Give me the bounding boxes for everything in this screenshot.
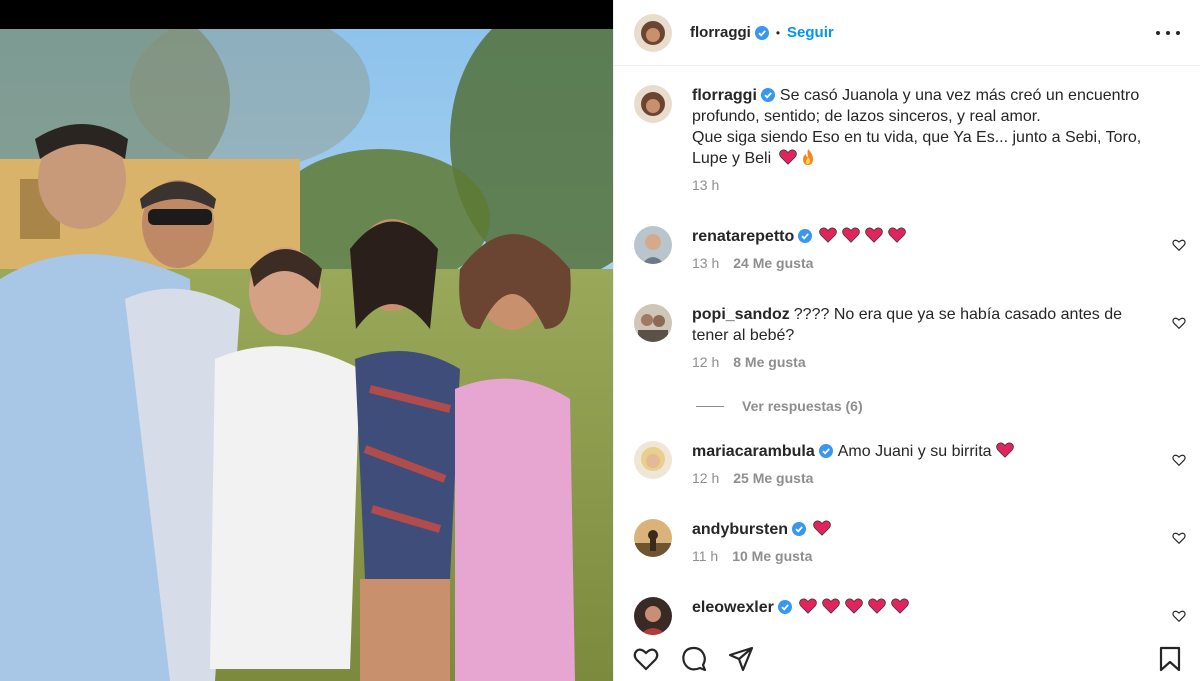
commenter-avatar[interactable] bbox=[634, 597, 672, 635]
red-heart-emoji-icon bbox=[842, 227, 861, 243]
timestamp[interactable]: 13 h bbox=[692, 255, 719, 271]
commenter-username[interactable]: renatarepetto bbox=[692, 228, 794, 245]
comment-line: ???? No era que ya se había casado antes… bbox=[793, 306, 1123, 323]
comment-text: popi_sandoz???? No era que ya se había c… bbox=[692, 304, 1142, 346]
replies-divider bbox=[696, 405, 724, 407]
post-photo[interactable] bbox=[0, 29, 613, 681]
red-heart-emoji-icon bbox=[799, 598, 817, 614]
verified-badge-icon bbox=[760, 88, 775, 102]
red-heart-emoji-icon bbox=[822, 598, 840, 614]
comment-meta: 11 h 10 Me gusta bbox=[692, 548, 1142, 564]
post-header: florraggi • Seguir bbox=[614, 0, 1200, 66]
comments-list[interactable]: florraggi Se casó Juanola y una vez más c… bbox=[614, 67, 1200, 637]
hearts-emoji-group bbox=[799, 598, 914, 616]
more-options-icon[interactable] bbox=[1156, 22, 1180, 44]
verified-badge-icon bbox=[798, 229, 813, 243]
red-heart-emoji-icon bbox=[996, 442, 1014, 458]
heart-outline-icon[interactable] bbox=[1172, 453, 1186, 467]
timestamp[interactable]: 12 h bbox=[692, 470, 719, 486]
fire-emoji-icon bbox=[802, 149, 813, 165]
heart-outline-icon[interactable] bbox=[1172, 316, 1186, 330]
author-avatar[interactable] bbox=[634, 13, 672, 52]
commenter-username[interactable]: mariacarambula bbox=[692, 443, 815, 460]
hearts-emoji-group bbox=[813, 520, 836, 538]
commenter-username[interactable]: popi_sandoz bbox=[692, 306, 790, 323]
hearts-emoji-group bbox=[819, 227, 911, 245]
likes-count[interactable]: 24 Me gusta bbox=[733, 255, 813, 271]
commenter-avatar[interactable] bbox=[634, 304, 672, 342]
caption-line: Que siga siendo Eso en tu vida, que Ya E… bbox=[692, 129, 1142, 146]
caption-line: Se casó Juanola y una vez más creó un en… bbox=[779, 87, 1140, 104]
view-replies-button[interactable]: Ver respuestas (6) bbox=[696, 398, 863, 414]
verified-badge-icon bbox=[818, 444, 833, 458]
verified-badge-icon bbox=[754, 25, 769, 40]
heart-outline-icon[interactable] bbox=[1172, 238, 1186, 252]
red-heart-emoji-icon bbox=[868, 598, 886, 614]
comment-text: mariacarambula Amo Juani y su birrita bbox=[692, 441, 1142, 462]
comment-meta: 12 h 8 Me gusta bbox=[692, 354, 1142, 370]
red-heart-emoji-icon bbox=[813, 520, 831, 536]
comment-line: tener al bebé? bbox=[692, 327, 795, 344]
caption-line: Lupe y Beli bbox=[692, 150, 772, 167]
timestamp[interactable]: 11 h bbox=[692, 548, 718, 564]
comment-text: eleowexler bbox=[692, 597, 1142, 618]
comment-text: renatarepetto bbox=[692, 226, 1142, 247]
verified-badge-icon bbox=[777, 600, 792, 614]
author-username[interactable]: florraggi bbox=[690, 24, 751, 41]
heart-outline-icon[interactable] bbox=[1172, 531, 1186, 545]
comment-body: Amo Juani y su birrita bbox=[837, 443, 992, 460]
heart-outline-icon[interactable] bbox=[1172, 609, 1186, 623]
comment-meta: 13 h 24 Me gusta bbox=[692, 255, 1142, 271]
verified-badge-icon bbox=[792, 522, 807, 536]
comment-text: andybursten bbox=[692, 519, 1142, 540]
post-sidebar: florraggi • Seguir florraggi Se casó Juan… bbox=[613, 0, 1200, 681]
likes-count[interactable]: 10 Me gusta bbox=[732, 548, 812, 564]
caption-line: profundo, sentido; de lazos sinceros, y … bbox=[692, 108, 1041, 125]
separator-dot: • bbox=[775, 25, 781, 40]
bookmark-icon[interactable] bbox=[1157, 646, 1183, 672]
caption-author-avatar[interactable] bbox=[634, 85, 672, 123]
red-heart-emoji-icon bbox=[845, 598, 863, 614]
timestamp[interactable]: 13 h bbox=[692, 177, 719, 193]
commenter-username[interactable]: eleowexler bbox=[692, 599, 774, 616]
red-heart-emoji-icon bbox=[888, 227, 907, 243]
red-heart-emoji-icon bbox=[891, 598, 909, 614]
likes-count[interactable]: 8 Me gusta bbox=[733, 354, 805, 370]
caption-meta: 13 h bbox=[692, 177, 1186, 193]
red-heart-emoji-icon bbox=[778, 149, 797, 165]
follow-button[interactable]: Seguir bbox=[787, 24, 834, 41]
commenter-username[interactable]: andybursten bbox=[692, 521, 788, 538]
view-replies-label: Ver respuestas (6) bbox=[742, 398, 863, 414]
comment-meta: 12 h 25 Me gusta bbox=[692, 470, 1142, 486]
red-heart-emoji-icon bbox=[819, 227, 838, 243]
likes-count[interactable]: 25 Me gusta bbox=[733, 470, 813, 486]
hearts-emoji-group bbox=[996, 442, 1019, 460]
red-heart-emoji-icon bbox=[865, 227, 884, 243]
commenter-avatar[interactable] bbox=[634, 226, 672, 264]
commenter-avatar[interactable] bbox=[634, 519, 672, 557]
post-photo-pane bbox=[0, 0, 613, 681]
share-icon[interactable] bbox=[728, 646, 754, 672]
commenter-avatar[interactable] bbox=[634, 441, 672, 479]
timestamp[interactable]: 12 h bbox=[692, 354, 719, 370]
comment-icon[interactable] bbox=[681, 646, 707, 672]
caption-username[interactable]: florraggi bbox=[692, 87, 757, 104]
heart-icon[interactable] bbox=[633, 646, 659, 672]
caption-text: florraggi Se casó Juanola y una vez más c… bbox=[692, 85, 1186, 169]
